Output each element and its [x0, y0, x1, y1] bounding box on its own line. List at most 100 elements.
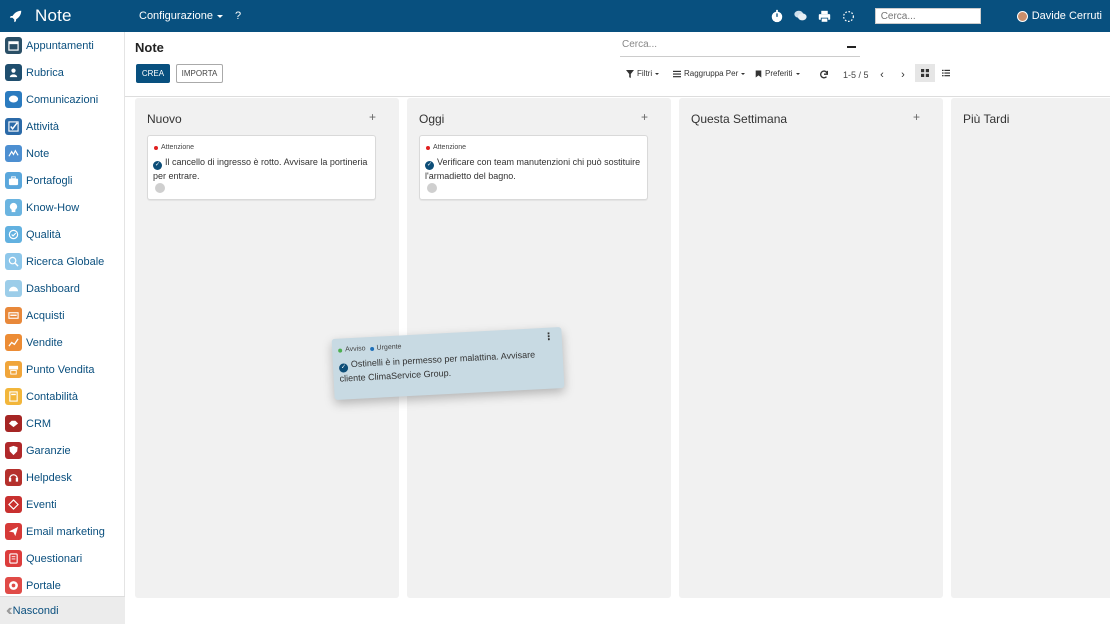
search-placeholder: Cerca... [622, 39, 658, 50]
minus-icon[interactable] [847, 46, 856, 48]
tag-badge: Avviso [338, 345, 366, 353]
note-card[interactable]: Attenzione ✓ Verificare con team manutenz… [419, 135, 648, 200]
add-card-plus-icon[interactable]: + [913, 110, 920, 124]
hide-sidebar-button[interactable]: ‹‹ Nascondi [0, 596, 125, 624]
tag-dot [426, 145, 430, 150]
sidebar: ‹‹ Nascondi Appuntamenti Rubrica Comunicaz… [0, 32, 125, 624]
column-title: Questa Settimana [691, 112, 788, 126]
contacts-icon [5, 64, 22, 81]
sidebar-item-note[interactable]: Note [0, 140, 125, 167]
caret-down-icon [217, 14, 223, 18]
check-circle-icon[interactable]: ✓ [425, 161, 434, 170]
search-input[interactable]: Cerca... [620, 39, 860, 57]
chevron-left-icon[interactable]: ‹ [876, 68, 888, 82]
avatar [1016, 10, 1028, 22]
favorites-dropdown[interactable]: Preferiti [755, 69, 800, 78]
groupby-dropdown[interactable]: Raggruppa Per [673, 69, 746, 78]
sidebar-item-label: Email marketing [26, 525, 105, 538]
sidebar-item-vendite[interactable]: Vendite [0, 329, 125, 356]
divider [125, 96, 1110, 97]
top-navbar: Note Configurazione ? Davide Cerruti [0, 0, 1110, 32]
sidebar-item-comunicazioni[interactable]: Comunicazioni [0, 86, 125, 113]
app-title: Note [35, 6, 72, 25]
app-brand[interactable]: Note [0, 6, 125, 26]
import-button[interactable]: IMPORTA [176, 64, 223, 83]
rocket-icon [9, 9, 23, 23]
check-circle-icon[interactable]: ✓ [338, 363, 349, 373]
tag-dot [154, 145, 158, 150]
chat-icon[interactable] [793, 8, 809, 24]
sidebar-item-appuntamenti[interactable]: Appuntamenti [0, 32, 125, 59]
sidebar-item-rubrica[interactable]: Rubrica [0, 59, 125, 86]
sidebar-item-punto-vendita[interactable]: Punto Vendita [0, 356, 125, 383]
sidebar-item-garanzie[interactable]: Garanzie [0, 437, 125, 464]
sidebar-item-label: Note [26, 147, 50, 160]
print-icon[interactable] [817, 8, 833, 24]
column-title: Nuovo [147, 112, 182, 126]
clock-icon[interactable] [155, 183, 165, 193]
sidebar-item-label: Eventi [26, 498, 57, 511]
double-chevron-left-icon: ‹‹ [6, 601, 12, 619]
tag-badge: Attenzione [154, 144, 194, 151]
sidebar-item-label: Rubrica [26, 66, 64, 79]
note-text: ✓ Verificare con team manutenzioni chi pu… [425, 157, 641, 181]
sidebar-item-know-how[interactable]: Know-How [0, 194, 125, 221]
menu-help[interactable]: ? [235, 10, 241, 22]
sidebar-item-label: Vendite [26, 336, 63, 349]
sidebar-item-email-marketing[interactable]: Email marketing [0, 518, 125, 545]
sidebar-item-label: Questionari [26, 552, 83, 565]
list-icon [673, 70, 681, 77]
headset-icon [5, 469, 22, 486]
note-card[interactable]: Attenzione ✓ Il cancello di ingresso è ro… [147, 135, 376, 200]
sidebar-item-dashboard[interactable]: Dashboard [0, 275, 125, 302]
check-circle-icon[interactable]: ✓ [153, 161, 162, 170]
dragged-note-card[interactable]: Avviso Urgente ⋮ ✓ Ostinelli è in permess… [331, 327, 565, 400]
sidebar-item-eventi[interactable]: Eventi [0, 491, 125, 518]
column-title: Oggi [419, 112, 445, 126]
sidebar-item-ricerca-globale[interactable]: Ricerca Globale [0, 248, 125, 275]
sidebar-item-portafogli[interactable]: Portafogli [0, 167, 125, 194]
chat-icon [5, 91, 22, 108]
clock-icon[interactable] [427, 183, 437, 193]
menu-configurazione[interactable]: Configurazione [139, 10, 223, 22]
pager-value[interactable]: 1-5 / 5 [843, 70, 869, 80]
sidebar-item-portale[interactable]: Portale [0, 572, 125, 599]
add-card-plus-icon[interactable]: + [641, 110, 648, 124]
user-menu[interactable]: Davide Cerruti [1016, 10, 1102, 22]
top-search-input[interactable] [874, 8, 981, 24]
refresh-icon[interactable] [818, 69, 830, 81]
sidebar-item-label: Qualità [26, 228, 61, 241]
sidebar-item-label: Dashboard [26, 282, 80, 295]
loading-spinner-icon [841, 8, 857, 24]
sidebar-item-crm[interactable]: CRM [0, 410, 125, 437]
hide-label: Nascondi [12, 604, 59, 617]
sidebar-item-questionari[interactable]: Questionari [0, 545, 125, 572]
filters-dropdown[interactable]: Filtri [626, 69, 660, 78]
timer-icon[interactable] [769, 8, 785, 24]
sidebar-item-label: Acquisti [26, 309, 65, 322]
sidebar-item-acquisti[interactable]: Acquisti [0, 302, 125, 329]
survey-icon [5, 550, 22, 567]
sidebar-item-label: Attività [26, 120, 60, 133]
note-text: ✓ Il cancello di ingresso è rotto. Avvisa… [153, 157, 368, 181]
chevron-right-icon[interactable]: › [897, 68, 909, 82]
sidebar-item-attivit-[interactable]: Attività [0, 113, 125, 140]
kebab-menu-icon[interactable]: ⋮ [543, 331, 554, 343]
checkbox-icon [5, 118, 22, 135]
sidebar-item-helpdesk[interactable]: Helpdesk [0, 464, 125, 491]
create-button[interactable]: CREA [136, 64, 170, 83]
kanban-column-piu-tardi[interactable]: Più Tardi [951, 98, 1110, 598]
calendar-icon [5, 37, 22, 54]
sidebar-item-contabilit-[interactable]: Contabilità [0, 383, 125, 410]
column-title: Più Tardi [963, 112, 1010, 126]
groupby-label: Raggruppa Per [684, 69, 739, 78]
quality-icon [5, 226, 22, 243]
sidebar-item-label: Punto Vendita [26, 363, 95, 376]
list-view-icon[interactable] [938, 64, 954, 82]
sidebar-item-qualit-[interactable]: Qualità [0, 221, 125, 248]
kanban-view-icon[interactable] [915, 64, 935, 82]
kanban-column-questa-settimana[interactable]: Questa Settimana + [679, 98, 943, 598]
portal-icon [5, 577, 22, 594]
add-card-plus-icon[interactable]: + [369, 110, 376, 124]
send-icon [5, 523, 22, 540]
